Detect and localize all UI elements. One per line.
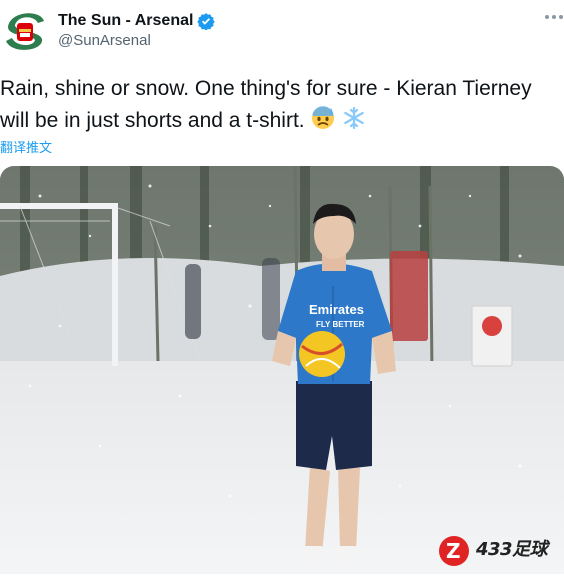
anxious-sweat-face-icon [312,106,335,129]
translate-tweet-link[interactable]: 翻译推文 [0,137,52,156]
more-options-icon[interactable] [544,10,564,26]
sun-arsenal-logo-icon [0,5,50,55]
shirt-sponsor-line2: FLY BETTER [316,320,365,329]
display-name[interactable]: The Sun - Arsenal [58,12,216,30]
avatar[interactable] [0,5,50,55]
tweet-text-content: Rain, shine or snow. One thing's for sur… [0,77,532,132]
snowy-training-photo: Emirates FLY BETTER [0,166,564,574]
shirt-sponsor-line1: Emirates [309,302,364,317]
display-name-text: The Sun - Arsenal [58,12,194,29]
watermark-brand: 433足球 [476,539,548,560]
tweet-header: The Sun - Arsenal @SunArsenal [0,0,564,62]
watermark-letter: Z [446,539,461,563]
account-handle[interactable]: @SunArsenal [58,32,151,49]
tweet-text: Rain, shine or snow. One thing's for sur… [0,74,550,136]
verified-badge-icon [197,13,216,30]
snowflake-icon [344,106,365,130]
tweet-photo[interactable]: Emirates FLY BETTER [0,166,564,574]
